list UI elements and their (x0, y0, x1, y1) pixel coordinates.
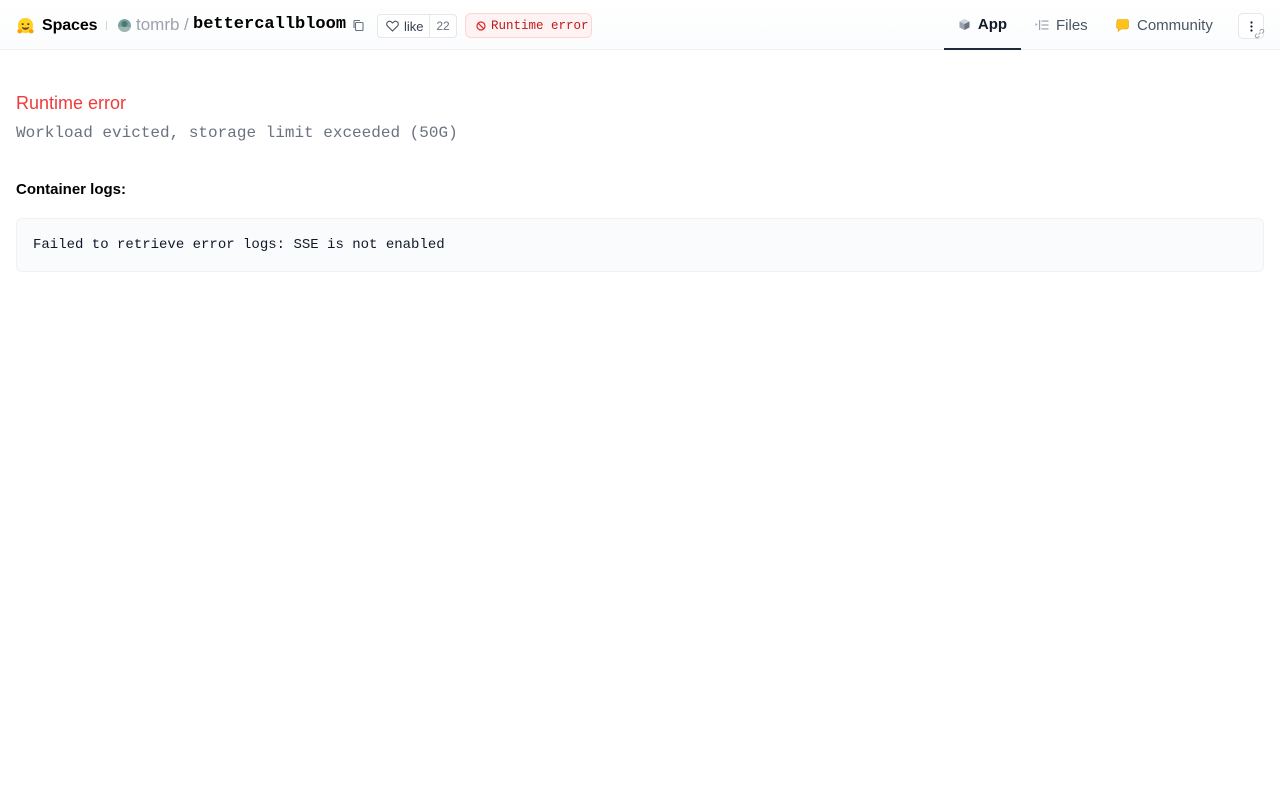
chat-bubble-icon (1116, 18, 1129, 32)
container-logs-box[interactable]: Failed to retrieve error logs: SSE is no… (16, 218, 1264, 272)
spaces-brand-label: Spaces (42, 17, 98, 34)
tab-files-label: Files (1056, 16, 1088, 34)
header-divider (106, 21, 107, 30)
repo-name-link[interactable]: bettercallbloom (193, 15, 346, 34)
owner-avatar[interactable] (118, 19, 131, 32)
link-icon (1254, 28, 1265, 39)
owner-link[interactable]: tomrb (136, 15, 179, 35)
more-options-button[interactable] (1238, 13, 1265, 39)
tab-community-label: Community (1137, 16, 1213, 34)
copy-icon[interactable] (352, 19, 365, 32)
like-count[interactable]: 22 (430, 15, 456, 37)
path-separator: / (184, 15, 189, 34)
vertical-dots-icon (1250, 21, 1253, 32)
error-circle-icon (476, 20, 486, 31)
heart-icon (386, 20, 399, 32)
status-badge[interactable]: Runtime error (465, 13, 592, 38)
tab-app-label: App (977, 15, 1008, 33)
like-button[interactable]: like 22 (377, 14, 457, 38)
tab-files[interactable]: Files (1035, 0, 1088, 50)
container-logs-heading: Container logs: (16, 181, 127, 198)
space-header: Spaces tomrb / bettercallbloom like 22 R… (0, 0, 1280, 50)
status-label: Runtime error (491, 18, 589, 33)
spaces-brand-link[interactable]: Spaces (16, 14, 98, 38)
like-label: like (404, 18, 424, 34)
file-tree-icon (1035, 20, 1049, 30)
tab-app[interactable]: App (944, 0, 1021, 50)
hugging-face-emoji-icon (17, 17, 34, 33)
tab-community[interactable]: Community (1115, 0, 1213, 50)
container-logs-text: Failed to retrieve error logs: SSE is no… (33, 237, 445, 253)
cube-icon (959, 18, 970, 30)
error-message: Workload evicted, storage limit exceeded… (16, 124, 458, 142)
like-toggle[interactable]: like (378, 15, 430, 37)
error-title: Runtime error (16, 93, 127, 113)
